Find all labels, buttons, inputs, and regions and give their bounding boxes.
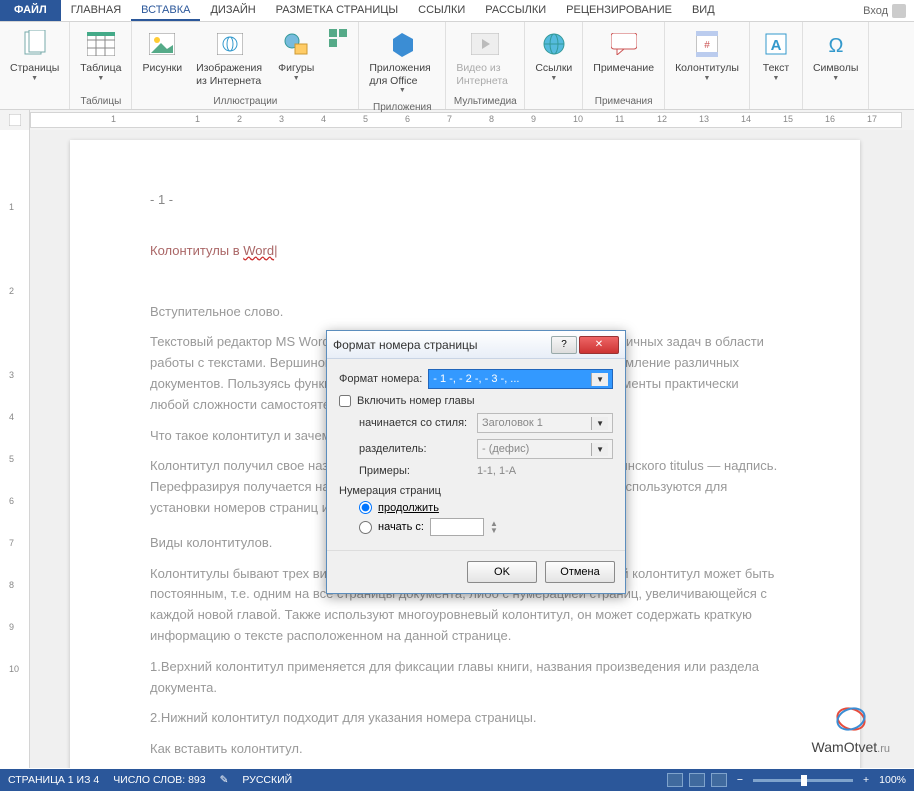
status-words[interactable]: ЧИСЛО СЛОВ: 893: [113, 774, 205, 786]
shapes-icon: [280, 28, 312, 60]
smartart-icon: [328, 28, 348, 48]
number-format-combo[interactable]: - 1 -, - 2 -, - 3 -, ... ▼: [428, 369, 613, 389]
tab-references[interactable]: ССЫЛКИ: [408, 0, 475, 21]
paragraph: 1.Верхний колонтитул применяется для фик…: [150, 657, 780, 699]
start-at-input[interactable]: [430, 518, 484, 536]
continue-radio[interactable]: [359, 501, 372, 514]
include-chapter-checkbox[interactable]: [339, 395, 351, 407]
include-chapter-label: Включить номер главы: [357, 395, 475, 407]
chevron-down-icon: ▼: [591, 443, 608, 456]
zoom-value[interactable]: 100%: [879, 774, 906, 786]
page-number-format-dialog: Формат номера страницы ? ✕ Формат номера…: [326, 330, 626, 594]
cancel-button[interactable]: Отмена: [545, 561, 615, 583]
symbols-button[interactable]: Ω Символы▼: [807, 24, 864, 87]
header-footer-icon: #: [691, 28, 723, 60]
tab-mailings[interactable]: РАССЫЛКИ: [475, 0, 556, 21]
status-bar: СТРАНИЦА 1 ИЗ 4 ЧИСЛО СЛОВ: 893 ✎ РУССКИ…: [0, 769, 914, 791]
svg-text:#: #: [704, 40, 710, 51]
proofing-icon[interactable]: ✎: [220, 774, 229, 786]
separator-label: разделитель:: [359, 443, 471, 455]
zoom-slider[interactable]: [753, 779, 853, 782]
online-pictures-icon: [214, 28, 246, 60]
ok-button[interactable]: OK: [467, 561, 537, 583]
dialog-titlebar[interactable]: Формат номера страницы ? ✕: [327, 331, 625, 359]
avatar-icon: [892, 4, 906, 18]
video-icon: [469, 28, 501, 60]
tab-file[interactable]: ФАЙЛ: [0, 0, 61, 21]
svg-text:A: A: [771, 37, 782, 54]
login-label: Вход: [863, 5, 888, 17]
watermark-logo-icon: [833, 701, 869, 737]
symbols-icon: Ω: [820, 28, 852, 60]
tab-home[interactable]: ГЛАВНАЯ: [61, 0, 131, 21]
online-video-button: Видео из Интернета: [450, 24, 520, 91]
text-button[interactable]: A Текст▼: [754, 24, 798, 87]
menu-bar: ФАЙЛ ГЛАВНАЯ ВСТАВКА ДИЗАЙН РАЗМЕТКА СТР…: [0, 0, 914, 22]
table-icon: [85, 28, 117, 60]
numbering-group-label: Нумерация страниц: [339, 485, 613, 497]
tab-view[interactable]: ВИД: [682, 0, 725, 21]
format-label: Формат номера:: [339, 373, 422, 385]
continue-label: продолжить: [378, 502, 439, 514]
links-button[interactable]: Ссылки▼: [529, 24, 578, 87]
starts-with-style-label: начинается со стиля:: [359, 417, 471, 429]
paragraph: 2.Нижний колонтитул подходит для указани…: [150, 708, 780, 729]
horizontal-ruler: 1123456789101112131415161718: [0, 110, 914, 130]
watermark: WamOtvet.ru: [812, 701, 890, 755]
close-button[interactable]: ✕: [579, 336, 619, 354]
pictures-icon: [146, 28, 178, 60]
smartart-button[interactable]: [322, 24, 354, 54]
zoom-out-button[interactable]: −: [733, 774, 747, 786]
chevron-down-icon: ▼: [591, 373, 608, 386]
view-read-icon[interactable]: [667, 773, 683, 787]
examples-value: 1-1, 1-A: [477, 465, 516, 477]
office-apps-icon: [386, 28, 418, 60]
shapes-button[interactable]: Фигуры▼: [272, 24, 320, 87]
text-icon: A: [760, 28, 792, 60]
tab-review[interactable]: РЕЦЕНЗИРОВАНИЕ: [556, 0, 682, 21]
svg-text:Ω: Ω: [828, 35, 843, 56]
help-button[interactable]: ?: [551, 336, 577, 354]
view-web-icon[interactable]: [711, 773, 727, 787]
table-button[interactable]: Таблица▼: [74, 24, 127, 87]
ruler-corner: [0, 110, 30, 130]
separator-combo: - (дефис) ▼: [477, 439, 613, 459]
office-apps-button[interactable]: Приложения для Office▼: [363, 24, 441, 100]
login-button[interactable]: Вход: [855, 0, 914, 21]
chevron-down-icon: ▼: [591, 417, 608, 430]
pages-icon: [19, 28, 51, 60]
document-title: Колонтитулы в Word|: [150, 241, 780, 262]
zoom-in-button[interactable]: +: [859, 774, 873, 786]
online-pictures-button[interactable]: Изображения из Интернета: [190, 24, 270, 91]
view-print-icon[interactable]: [689, 773, 705, 787]
header-footer-button[interactable]: # Колонтитулы▼: [669, 24, 745, 87]
paragraph: Вступительное слово.: [150, 302, 780, 323]
style-combo: Заголовок 1 ▼: [477, 413, 613, 433]
pages-button[interactable]: Страницы▼: [4, 24, 65, 87]
tab-insert[interactable]: ВСТАВКА: [131, 0, 200, 21]
dialog-title: Формат номера страницы: [333, 338, 549, 352]
comment-icon: [608, 28, 640, 60]
tab-design[interactable]: ДИЗАЙН: [200, 0, 265, 21]
ribbon: Страницы▼ Таблица▼ Таблицы Рисунки Изобр…: [0, 22, 914, 110]
start-at-radio[interactable]: [359, 521, 372, 534]
tab-page-layout[interactable]: РАЗМЕТКА СТРАНИЦЫ: [266, 0, 408, 21]
comment-button[interactable]: Примечание: [587, 24, 660, 79]
paragraph: Как вставить колонтитул.: [150, 739, 780, 760]
pictures-button[interactable]: Рисунки: [136, 24, 188, 79]
vertical-ruler[interactable]: 12345678910: [0, 130, 30, 768]
status-page[interactable]: СТРАНИЦА 1 ИЗ 4: [8, 774, 99, 786]
page-number: - 1 -: [150, 190, 780, 211]
links-icon: [538, 28, 570, 60]
start-at-label: начать с:: [378, 521, 424, 533]
examples-label: Примеры:: [359, 465, 471, 477]
status-language[interactable]: РУССКИЙ: [242, 774, 292, 786]
